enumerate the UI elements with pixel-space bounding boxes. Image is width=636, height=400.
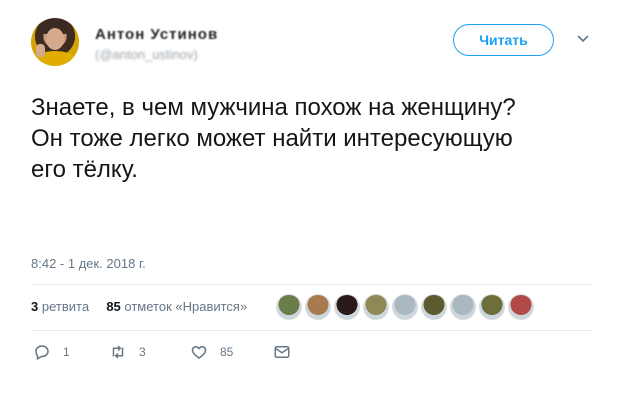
envelope-icon [274, 346, 290, 358]
retweet-action[interactable]: 3 [109, 343, 146, 361]
liker-avatar[interactable] [305, 294, 331, 320]
like-count: 85 [220, 345, 234, 359]
liker-avatar[interactable] [276, 294, 302, 320]
author-display-name[interactable]: Антон Устинов [95, 26, 218, 43]
chevron-down-icon[interactable] [577, 33, 589, 45]
tweet-line: его тёлку. [31, 156, 138, 183]
avatar-face [46, 28, 64, 50]
liker-avatar[interactable] [450, 294, 476, 320]
likes-label[interactable]: отметок «Нравится» [124, 299, 247, 314]
reply-action[interactable]: 1 [33, 343, 70, 361]
tweet-timestamp[interactable]: 8:42 - 1 дек. 2018 г. [31, 256, 146, 271]
author-handle[interactable]: (@anton_ustinov) [95, 47, 198, 62]
tweet-line: Он тоже легко может найти интересующую [31, 125, 513, 152]
tweet-stats: 3 ретвита 85 отметок «Нравится» [31, 299, 247, 314]
avatar-hand [36, 44, 45, 57]
retweets-label[interactable]: ретвита [42, 299, 89, 314]
like-action[interactable]: 85 [190, 343, 233, 361]
liker-avatar[interactable] [508, 294, 534, 320]
liker-avatar[interactable] [421, 294, 447, 320]
retweet-count: 3 [139, 345, 146, 359]
divider-top [31, 284, 593, 285]
likes-count[interactable]: 85 [106, 299, 120, 314]
reply-count: 1 [63, 345, 70, 359]
liker-avatar[interactable] [479, 294, 505, 320]
author-avatar[interactable] [31, 18, 79, 66]
liker-avatar[interactable] [334, 294, 360, 320]
divider-bottom [31, 330, 593, 331]
direct-message-action[interactable] [273, 343, 291, 361]
liker-avatar[interactable] [363, 294, 389, 320]
tweet-line: Знаете, в чем мужчина похож на женщину? [31, 94, 516, 121]
retweet-icon [112, 345, 124, 359]
liker-avatar[interactable] [392, 294, 418, 320]
reply-icon [35, 345, 49, 361]
heart-icon [191, 345, 207, 359]
follow-button[interactable]: Читать [453, 24, 554, 56]
tweet-header: Антон Устинов (@anton_ustinov) Читать [31, 18, 611, 70]
tweet-text: Знаете, в чем мужчина похож на женщину? … [31, 92, 606, 185]
retweets-count[interactable]: 3 [31, 299, 38, 314]
